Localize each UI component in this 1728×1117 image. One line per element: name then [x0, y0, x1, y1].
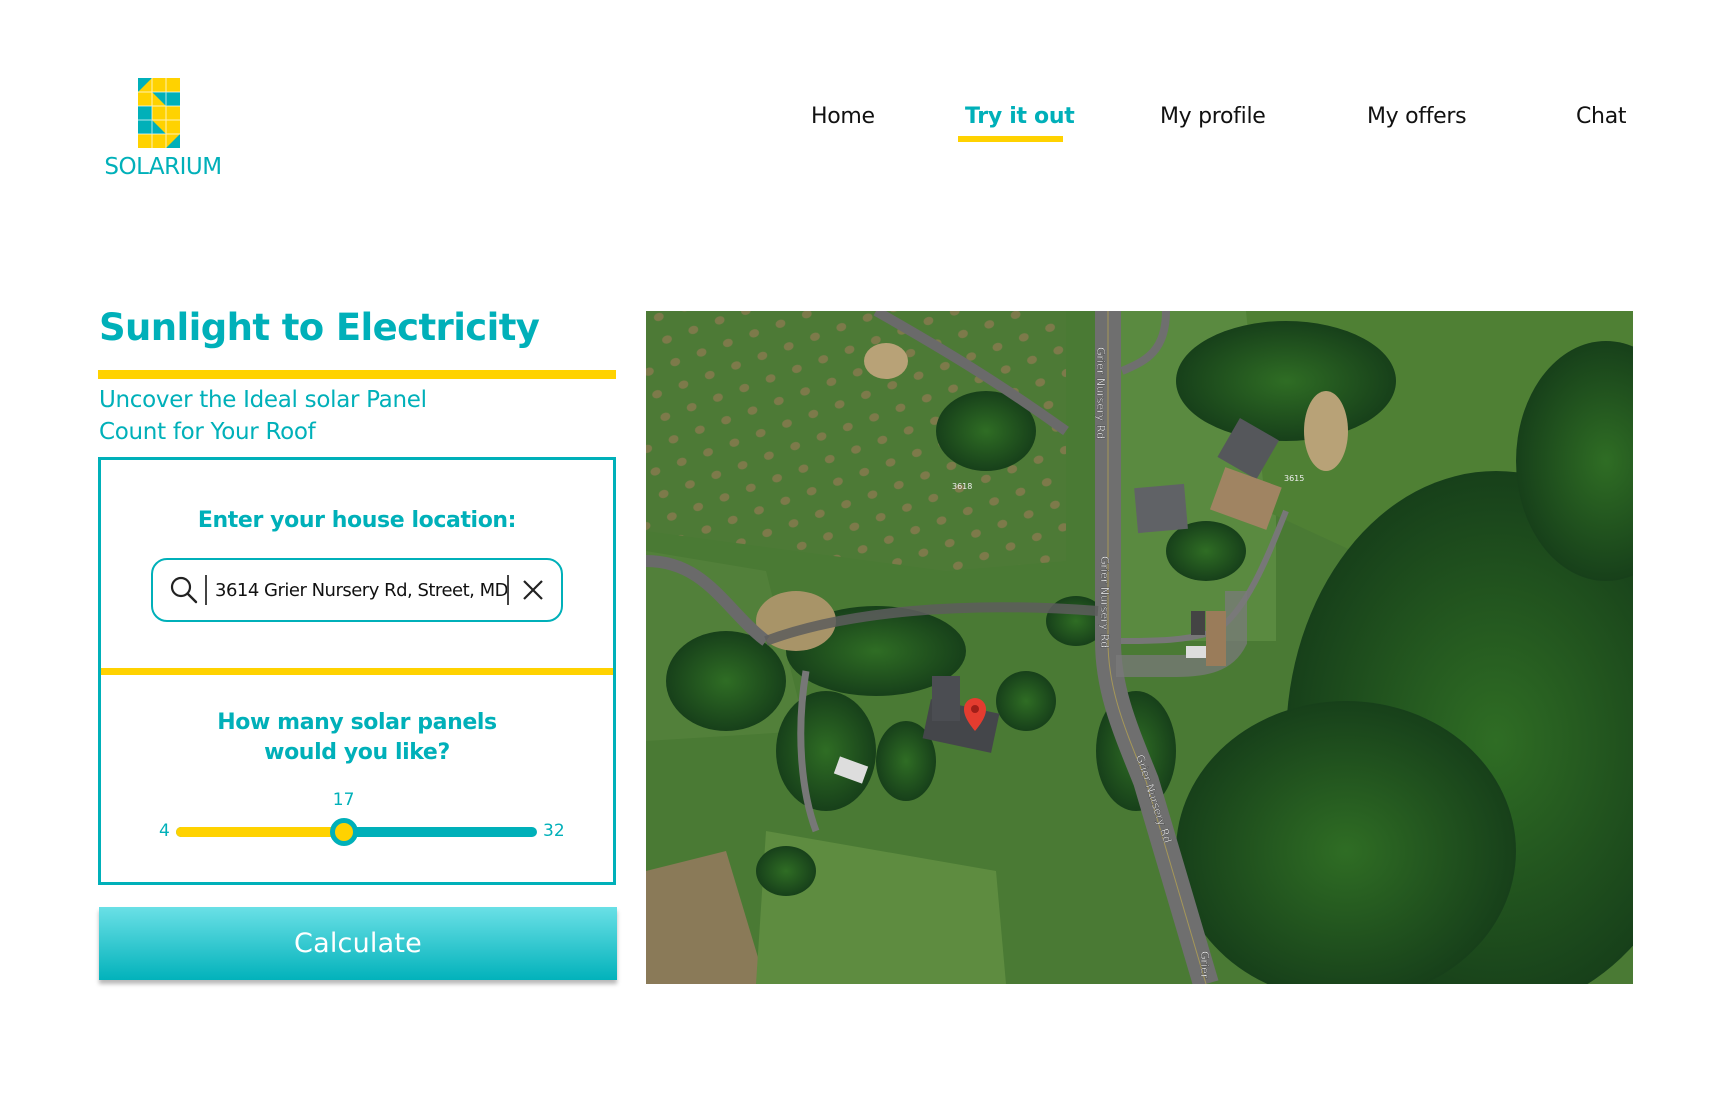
- road-label: Grier Nursery Rd: [1094, 347, 1107, 439]
- panels-question-line-2: would you like?: [264, 740, 450, 765]
- location-label: Enter your house location:: [197, 508, 517, 533]
- slider-thumb[interactable]: [329, 818, 358, 846]
- nav-my-offers[interactable]: My offers: [1367, 104, 1467, 129]
- panels-question: How many solar panels would you like?: [101, 708, 613, 768]
- road-label: Grier Nursery Rd: [1098, 556, 1111, 648]
- slider-track[interactable]: [176, 818, 537, 846]
- slider-min-label: 4: [159, 821, 170, 841]
- satellite-map[interactable]: Grier Nursery Rd Grier Nursery Rd Grier …: [646, 311, 1633, 984]
- title-underline: [98, 370, 616, 379]
- nav-home[interactable]: Home: [811, 104, 875, 129]
- panels-question-line-1: How many solar panels: [217, 710, 497, 735]
- nav-try-it-out[interactable]: Try it out: [965, 104, 1075, 129]
- slider-current-value: 17: [332, 790, 355, 810]
- house-number: 3615: [1284, 474, 1304, 483]
- page-subtitle: Uncover the Ideal solar Panel Count for …: [99, 384, 427, 448]
- brand-name: SOLARIUM: [104, 154, 222, 180]
- active-nav-indicator: [958, 136, 1063, 142]
- house-number: 3618: [952, 482, 972, 491]
- search-separator: [205, 575, 207, 605]
- slider-fill: [176, 827, 344, 837]
- location-search-field[interactable]: [151, 558, 563, 622]
- main-nav: Home Try it out My profile My offers Cha…: [0, 104, 1728, 144]
- panel-count-slider[interactable]: 17 4 32: [141, 790, 581, 850]
- nav-chat[interactable]: Chat: [1576, 104, 1627, 129]
- map-imagery: Grier Nursery Rd Grier Nursery Rd Grier …: [646, 311, 1633, 984]
- slider-max-label: 32: [543, 821, 565, 841]
- calculator-card: Enter your house location: How many sola…: [98, 457, 616, 885]
- text-caret: [507, 575, 509, 605]
- card-divider: [101, 668, 613, 675]
- calculate-button[interactable]: Calculate: [99, 907, 617, 980]
- subtitle-line-1: Uncover the Ideal solar Panel: [99, 387, 427, 413]
- nav-my-profile[interactable]: My profile: [1160, 104, 1266, 129]
- road-label: Grier: [1198, 951, 1211, 979]
- location-input[interactable]: [215, 579, 507, 601]
- subtitle-line-2: Count for Your Roof: [99, 419, 316, 445]
- page-title: Sunlight to Electricity: [99, 306, 540, 349]
- search-icon[interactable]: [169, 575, 199, 605]
- close-icon[interactable]: [521, 578, 545, 602]
